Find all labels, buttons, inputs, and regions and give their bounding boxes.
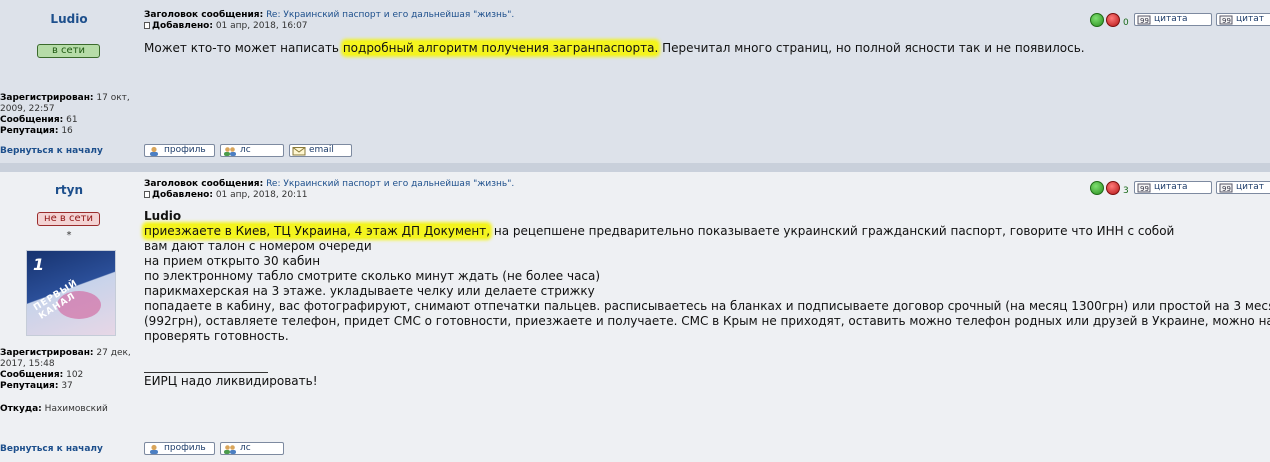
users-icon [224, 445, 236, 454]
email-button-label: email [309, 145, 334, 155]
pm-button[interactable]: лс [220, 144, 284, 157]
post-rtyn: rtyn не в сети * Зарегистрирован: 27 дек… [0, 172, 1270, 462]
quote-icon: 99 [1219, 183, 1233, 193]
profile-button-label: профиль [164, 443, 206, 453]
post-doc-icon[interactable] [144, 22, 150, 29]
registered-label: Зарегистрирован: [0, 93, 94, 103]
avatar-logo-mark: 1 [33, 255, 45, 274]
subject-link[interactable]: Re: Украинский паспорт и его дальнейшая … [266, 10, 514, 20]
quote-button-2[interactable]: 99 цитат [1216, 13, 1270, 26]
quote-button-label: цитата [1154, 14, 1188, 24]
svg-text:99: 99 [1222, 185, 1231, 193]
reputation-label: Репутация: [0, 381, 59, 391]
post-header: Заголовок сообщения: Re: Украинский пасп… [144, 179, 514, 201]
post-divider [0, 163, 1270, 172]
author-name[interactable]: Ludio [0, 12, 138, 26]
reputation-value: 37 [61, 381, 73, 391]
back-to-top-link[interactable]: Вернуться к началу [0, 146, 103, 156]
messages-value: 102 [66, 370, 84, 380]
message-line: приезжаете в Киев, ТЦ Украина, 4 этаж ДП… [144, 224, 1174, 239]
subject-link[interactable]: Re: Украинский паспорт и его дальнейшая … [266, 179, 514, 189]
post-header: Заголовок сообщения: Re: Украинский пасп… [144, 10, 514, 32]
quote-button-label: цитата [1154, 182, 1188, 192]
author-meta: Зарегистрирован: 27 дек, 2017, 15:48 Соо… [0, 348, 138, 392]
message-segment: Может кто-то может написать [144, 41, 343, 55]
added-label: Добавлено: [152, 190, 213, 200]
subject-label: Заголовок сообщения: [144, 179, 264, 189]
message-line: проверять готовность. [144, 329, 289, 343]
rating-count: 0 [1123, 18, 1129, 28]
rank-star: * [66, 230, 72, 241]
reputation-value: 16 [61, 126, 73, 136]
profile-button[interactable]: профиль [144, 442, 215, 455]
signature-divider [144, 372, 268, 373]
added-label: Добавлено: [152, 21, 213, 31]
rate-down-icon[interactable] [1106, 181, 1120, 195]
message-segment: Перечитал много страниц, но полной яснос… [658, 41, 1085, 55]
svg-text:99: 99 [1222, 17, 1231, 25]
pm-button-label: лс [240, 145, 251, 155]
message-line: на прием открыто 30 кабин [144, 254, 321, 268]
email-button[interactable]: email [289, 144, 352, 157]
profile-icon [150, 444, 158, 454]
rate-up-icon[interactable] [1090, 181, 1104, 195]
author-meta: Зарегистрирован: 17 окт, 2009, 22:57 Соо… [0, 93, 138, 137]
pm-button[interactable]: лс [220, 442, 284, 455]
post-body: Заголовок сообщения: Re: Украинский пасп… [140, 172, 1270, 462]
message-line: попадаете в кабину, вас фотографируют, с… [144, 299, 1270, 313]
post-ludio: Ludio в сети Зарегистрирован: 17 окт, 20… [0, 0, 1270, 163]
message-line: по электронному табло смотрите сколько м… [144, 269, 601, 283]
messages-label: Сообщения: [0, 115, 64, 125]
quote-icon: 99 [1219, 15, 1233, 25]
quote-button-2[interactable]: 99 цитат [1216, 181, 1270, 194]
back-to-top-link[interactable]: Вернуться к началу [0, 444, 103, 454]
message-highlight: подробный алгоритм получения загранпаспо… [342, 41, 659, 55]
quote-button[interactable]: 99 цитата [1134, 13, 1212, 26]
message-line: вам дают талон с номером очереди [144, 239, 372, 253]
quote-button-label: цитат [1236, 14, 1264, 24]
message-segment: на рецепшене предварительно показываете … [490, 224, 1175, 238]
subject-label: Заголовок сообщения: [144, 10, 264, 20]
post-date: 01 апр, 2018, 16:07 [215, 21, 308, 31]
quote-author: Ludio [144, 209, 182, 223]
messages-label: Сообщения: [0, 370, 64, 380]
quote-button[interactable]: 99 цитата [1134, 181, 1212, 194]
offline-status-badge: не в сети [37, 212, 100, 226]
location-value: Нахимовский [44, 404, 108, 414]
svg-text:99: 99 [1140, 17, 1149, 25]
profile-icon [150, 146, 158, 156]
post-body: Заголовок сообщения: Re: Украинский пасп… [140, 0, 1270, 163]
message-line: (992грн), оставляете телефон, придет СМС… [144, 314, 1270, 328]
quote-icon: 99 [1137, 183, 1151, 193]
profile-button-label: профиль [164, 145, 206, 155]
location-meta: Откуда: Нахимовский [0, 404, 138, 415]
profile-button[interactable]: профиль [144, 144, 215, 157]
signature-text: ЕИРЦ надо ликвидировать! [144, 374, 318, 388]
pm-button-label: лс [240, 443, 251, 453]
users-icon [224, 147, 236, 156]
messages-value: 61 [66, 115, 78, 125]
author-name[interactable]: rtyn [0, 183, 138, 197]
avatar: 1 ПЕРВЫЙ КАНАЛ [26, 250, 116, 336]
message-highlight: приезжаете в Киев, ТЦ Украина, 4 этаж ДП… [144, 224, 491, 238]
online-status-badge: в сети [37, 44, 100, 58]
rate-down-icon[interactable] [1106, 13, 1120, 27]
registered-label: Зарегистрирован: [0, 348, 94, 358]
author-panel: Ludio в сети Зарегистрирован: 17 окт, 20… [0, 0, 138, 163]
svg-text:99: 99 [1140, 185, 1149, 193]
rating-count: 3 [1123, 186, 1129, 196]
quote-icon: 99 [1137, 15, 1151, 25]
post-doc-icon[interactable] [144, 191, 150, 198]
post-date: 01 апр, 2018, 20:11 [215, 190, 308, 200]
reputation-label: Репутация: [0, 126, 59, 136]
quote-button-label: цитат [1236, 182, 1264, 192]
message-text: Может кто-то может написать подробный ал… [144, 41, 1085, 56]
envelope-icon [292, 147, 306, 156]
message-line: парикмахерская на 3 этаже. укладываете ч… [144, 284, 595, 298]
location-label: Откуда: [0, 404, 42, 414]
rate-up-icon[interactable] [1090, 13, 1104, 27]
